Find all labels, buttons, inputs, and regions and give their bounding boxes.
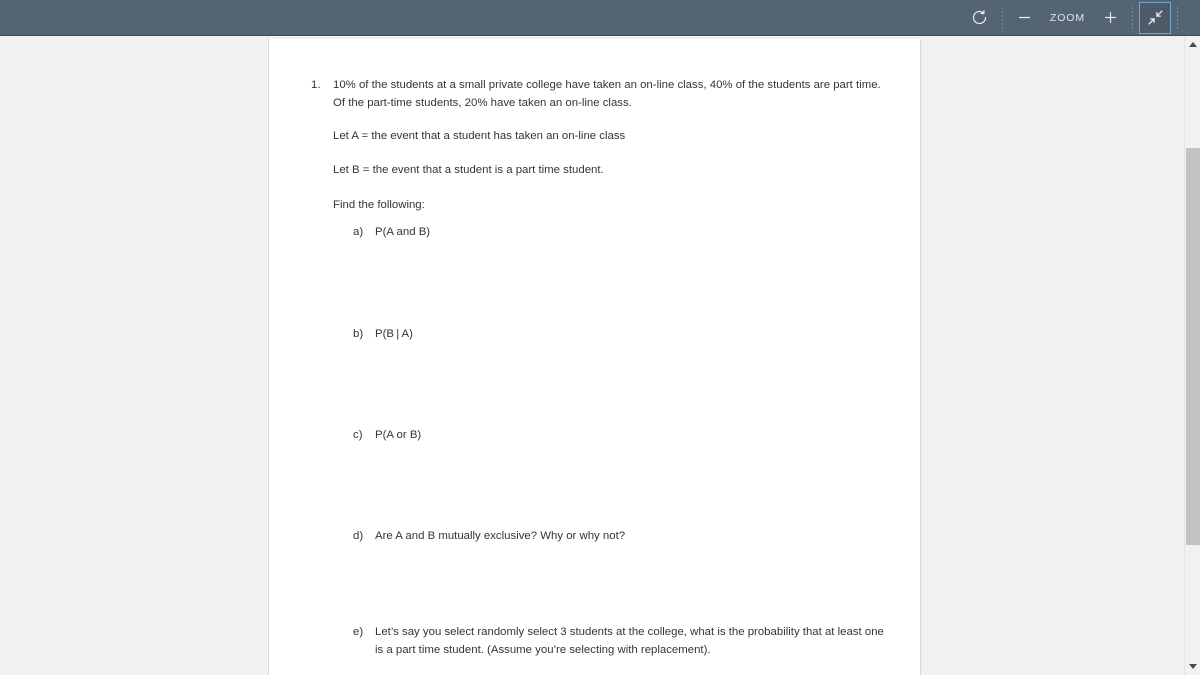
sub-text: P(A and B) bbox=[375, 226, 431, 239]
page-content: 1. 10% of the students at a small privat… bbox=[269, 39, 920, 659]
vertical-scrollbar[interactable] bbox=[1184, 36, 1200, 675]
answer-space-d bbox=[333, 546, 884, 624]
sub-text: P(B | A) bbox=[375, 328, 413, 341]
toolbar-controls: ZOOM bbox=[964, 0, 1200, 36]
answer-space-a bbox=[333, 242, 884, 326]
question-block: 1. 10% of the students at a small privat… bbox=[305, 77, 884, 659]
zoom-label: ZOOM bbox=[1049, 11, 1085, 24]
sub-letter: b) bbox=[353, 328, 364, 341]
sub-question-b: b) P(B | A) bbox=[333, 326, 884, 344]
toolbar-separator-2 bbox=[1132, 6, 1133, 29]
toolbar-separator-1 bbox=[1001, 6, 1003, 29]
sub-text: Are A and B mutually exclusive? Why or w… bbox=[375, 530, 626, 543]
definition-a: Let A = the event that a student has tak… bbox=[333, 130, 626, 143]
sub-text: Let’s say you select randomly select 3 s… bbox=[375, 626, 884, 656]
zoom-in-button[interactable] bbox=[1094, 2, 1126, 34]
answer-space-c bbox=[333, 444, 884, 528]
sub-question-e: e) Let’s say you select randomly select … bbox=[333, 624, 884, 659]
scroll-down-button[interactable] bbox=[1185, 658, 1200, 675]
find-the-following-label: Find the following: bbox=[333, 198, 425, 211]
collapse-arrows-icon bbox=[1147, 9, 1164, 26]
question-body: 10% of the students at a small private c… bbox=[333, 77, 884, 659]
top-toolbar: ZOOM bbox=[0, 0, 1200, 36]
document-page: 1. 10% of the students at a small privat… bbox=[268, 39, 921, 675]
sub-question-a: a) P(A and B) bbox=[333, 224, 884, 242]
chevron-down-icon bbox=[1188, 664, 1197, 669]
answer-space-b bbox=[333, 344, 884, 427]
fit-to-screen-button[interactable] bbox=[1139, 1, 1171, 34]
zoom-out-button[interactable] bbox=[1009, 2, 1041, 34]
scrollbar-thumb[interactable] bbox=[1186, 148, 1200, 545]
sub-letter: c) bbox=[353, 428, 363, 441]
minus-icon bbox=[1016, 9, 1033, 26]
question-number: 1. bbox=[311, 79, 321, 91]
scroll-up-button[interactable] bbox=[1185, 36, 1200, 53]
definition-b: Let B = the event that a student is a pa… bbox=[333, 164, 604, 177]
sub-question-d: d) Are A and B mutually exclusive? Why o… bbox=[333, 528, 884, 546]
question-intro: 10% of the students at a small private c… bbox=[333, 79, 881, 109]
toolbar-separator-3 bbox=[1177, 6, 1178, 29]
rotate-icon bbox=[971, 9, 988, 26]
sub-question-list: a) P(A and B) b) P(B | A) c) P(A or B) d… bbox=[333, 224, 884, 659]
rotate-button[interactable] bbox=[964, 2, 996, 34]
document-viewer[interactable]: 1. 10% of the students at a small privat… bbox=[0, 36, 1184, 675]
chevron-up-icon bbox=[1188, 42, 1197, 47]
sub-text: P(A or B) bbox=[375, 428, 422, 441]
sub-letter: a) bbox=[353, 226, 364, 239]
sub-question-c: c) P(A or B) bbox=[333, 427, 884, 445]
plus-icon bbox=[1102, 9, 1119, 26]
sub-letter: e) bbox=[353, 626, 364, 639]
sub-letter: d) bbox=[353, 530, 364, 543]
